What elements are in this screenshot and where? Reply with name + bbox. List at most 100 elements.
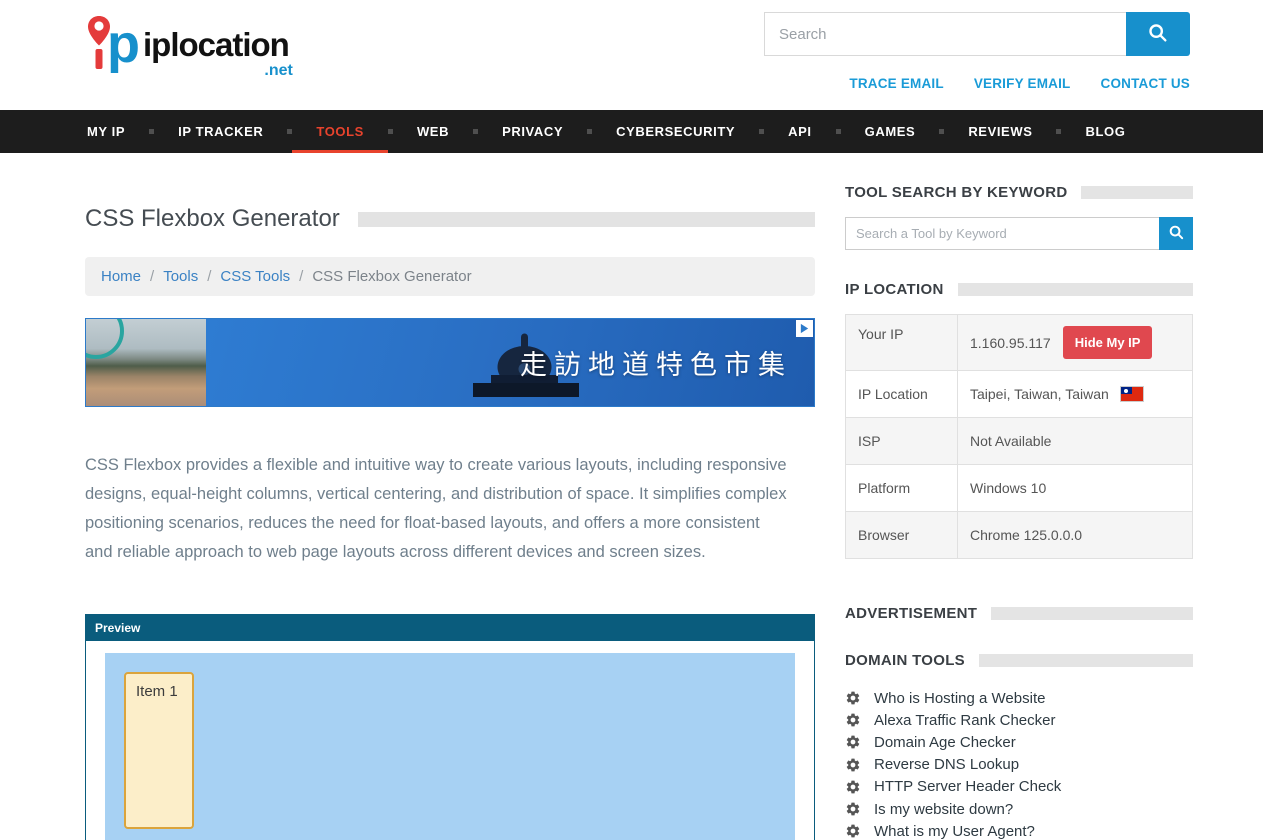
flex-item[interactable]: Item 1 (124, 672, 194, 829)
site-header: p iplocation.net TRACE EMAIL VERIFY (0, 0, 1263, 110)
breadcrumb-separator: / (207, 268, 211, 285)
table-row-your-ip: Your IP 1.160.95.117 Hide My IP (846, 315, 1192, 371)
ad-banner[interactable]: 走訪地道特色市集 (85, 318, 815, 407)
domain-tool-link-user-agent[interactable]: What is my User Agent? (874, 823, 1035, 840)
heading-bar (979, 654, 1193, 667)
domain-tool-link-reverse-dns[interactable]: Reverse DNS Lookup (874, 756, 1019, 773)
list-item: Alexa Traffic Rank Checker (845, 709, 1193, 731)
sidebar: TOOL SEARCH BY KEYWORD IP LOCATION Your … (845, 184, 1193, 840)
browser-value: Chrome 125.0.0.0 (970, 527, 1082, 543)
tool-search-heading-label: TOOL SEARCH BY KEYWORD (845, 184, 1067, 201)
heading-bar (991, 607, 1193, 620)
table-row-ip-location: IP Location Taipei, Taiwan, Taiwan (846, 371, 1192, 418)
list-item: Reverse DNS Lookup (845, 754, 1193, 776)
gear-icon (845, 690, 861, 706)
domain-tool-link-http-header[interactable]: HTTP Server Header Check (874, 778, 1061, 795)
isp-value: Not Available (970, 433, 1051, 449)
ip-info-table: Your IP 1.160.95.117 Hide My IP IP Locat… (845, 314, 1193, 559)
ip-location-value: Taipei, Taiwan, Taiwan (970, 386, 1109, 402)
header-search-input[interactable] (764, 12, 1126, 56)
header-search-button[interactable] (1126, 12, 1190, 56)
ip-location-heading-label: IP LOCATION (845, 281, 944, 298)
domain-tools-heading-label: DOMAIN TOOLS (845, 652, 965, 669)
nav-item-ip-tracker[interactable]: IP TRACKER (176, 110, 265, 153)
gear-icon (845, 823, 861, 839)
domain-tool-link-website-down[interactable]: Is my website down? (874, 801, 1013, 818)
preview-body: Item 1 (86, 641, 814, 840)
domain-tool-link-alexa-rank[interactable]: Alexa Traffic Rank Checker (874, 712, 1055, 729)
nav-separator (388, 129, 393, 134)
tool-search-button[interactable] (1159, 217, 1193, 250)
nav-item-api[interactable]: API (786, 110, 813, 153)
table-row-browser: Browser Chrome 125.0.0.0 (846, 512, 1192, 558)
row-label: Platform (846, 465, 958, 511)
nav-item-my-ip[interactable]: MY IP (85, 110, 127, 153)
breadcrumb: Home / Tools / CSS Tools / CSS Flexbox G… (85, 257, 815, 296)
nav-separator (587, 129, 592, 134)
verify-email-link[interactable]: VERIFY EMAIL (974, 76, 1071, 91)
gear-icon (845, 734, 861, 750)
gear-icon (845, 712, 861, 728)
list-item: Domain Age Checker (845, 731, 1193, 753)
preview-title: Preview (95, 621, 140, 635)
list-item: Is my website down? (845, 798, 1193, 820)
nav-separator (473, 129, 478, 134)
ad-image-main: 走訪地道特色市集 (206, 319, 814, 406)
trace-email-link[interactable]: TRACE EMAIL (849, 76, 943, 91)
row-label: ISP (846, 418, 958, 464)
nav-item-tools[interactable]: TOOLS (314, 110, 366, 153)
nav-item-blog[interactable]: BLOG (1083, 110, 1127, 153)
nav-item-games[interactable]: GAMES (863, 110, 918, 153)
nav-separator (1056, 129, 1061, 134)
gear-icon (845, 779, 861, 795)
ad-image-left (86, 319, 206, 406)
page-title: CSS Flexbox Generator (85, 205, 340, 233)
breadcrumb-link-tools[interactable]: Tools (163, 268, 198, 285)
breadcrumb-separator: / (299, 268, 303, 285)
flex-container-preview: Item 1 (105, 653, 795, 840)
domain-tools-heading: DOMAIN TOOLS (845, 652, 1193, 669)
hide-my-ip-button[interactable]: Hide My IP (1063, 326, 1153, 359)
row-label: IP Location (846, 371, 958, 417)
preview-header: Preview (86, 615, 814, 641)
domain-tools-list: Who is Hosting a Website Alexa Traffic R… (845, 687, 1193, 840)
preview-panel: Preview Item 1 (85, 614, 815, 840)
breadcrumb-link-home[interactable]: Home (101, 268, 141, 285)
site-logo[interactable]: p iplocation.net (85, 12, 385, 83)
title-bar-decoration (358, 212, 815, 227)
nav-item-privacy[interactable]: PRIVACY (500, 110, 565, 153)
domain-tool-link-domain-age[interactable]: Domain Age Checker (874, 734, 1016, 751)
list-item: HTTP Server Header Check (845, 776, 1193, 798)
gear-icon (845, 801, 861, 817)
contact-us-link[interactable]: CONTACT US (1101, 76, 1191, 91)
table-row-isp: ISP Not Available (846, 418, 1192, 465)
tool-search-input[interactable] (845, 217, 1159, 250)
advertisement-heading: ADVERTISEMENT (845, 605, 1193, 622)
breadcrumb-current: CSS Flexbox Generator (312, 268, 471, 285)
ad-choices-icon[interactable] (796, 320, 813, 337)
header-search (760, 12, 1190, 56)
nav-separator (836, 129, 841, 134)
main-navigation: MY IP IP TRACKER TOOLS WEB PRIVACY CYBER… (0, 110, 1263, 153)
breadcrumb-separator: / (150, 268, 154, 285)
your-ip-value: 1.160.95.117 (970, 335, 1051, 351)
nav-separator (287, 129, 292, 134)
ad-caption: 走訪地道特色市集 (520, 343, 814, 382)
logo-text: iplocation.net (143, 26, 289, 64)
nav-item-web[interactable]: WEB (415, 110, 451, 153)
ip-location-heading: IP LOCATION (845, 281, 1193, 298)
gear-icon (845, 757, 861, 773)
nav-item-cybersecurity[interactable]: CYBERSECURITY (614, 110, 737, 153)
heading-bar (1081, 186, 1193, 199)
breadcrumb-link-css-tools[interactable]: CSS Tools (220, 268, 290, 285)
nav-separator (759, 129, 764, 134)
list-item: What is my User Agent? (845, 820, 1193, 840)
tool-search (845, 217, 1193, 250)
main-content: CSS Flexbox Generator Home / Tools / CSS… (85, 184, 815, 840)
nav-item-reviews[interactable]: REVIEWS (966, 110, 1034, 153)
intro-paragraph: CSS Flexbox provides a flexible and intu… (85, 451, 791, 567)
search-icon (1168, 224, 1185, 244)
advertisement-heading-label: ADVERTISEMENT (845, 605, 977, 622)
nav-separator (149, 129, 154, 134)
domain-tool-link-hosting[interactable]: Who is Hosting a Website (874, 690, 1045, 707)
